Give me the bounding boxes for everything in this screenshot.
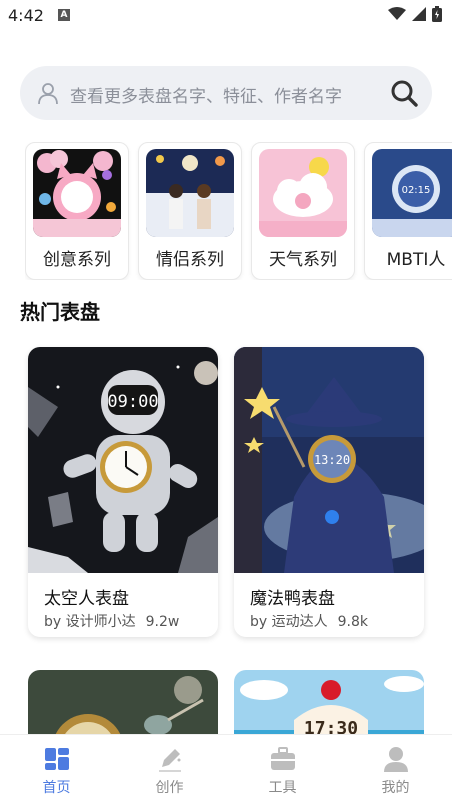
tab-create[interactable]: 创作 — [113, 735, 226, 804]
dial-card-magic-duck[interactable]: 13:20 魔法鸭表盘 by 运动达人 9.8k — [234, 347, 424, 637]
category-card-mbti[interactable]: 02:15 MBTI人 — [364, 142, 452, 280]
category-thumbnail — [33, 149, 121, 237]
bottom-tab-bar: 首页 创作 工具 我的 — [0, 734, 452, 804]
svg-text:02:15: 02:15 — [402, 185, 431, 196]
tab-label: 工具 — [268, 780, 297, 796]
category-label: 天气系列 — [269, 250, 337, 270]
grid-icon — [45, 748, 69, 770]
search-bar[interactable]: 查看更多表盘名字、特征、作者名字 — [20, 66, 432, 120]
status-bar: 4:42 A — [0, 0, 452, 32]
category-card-couple[interactable]: 情侣系列 — [138, 142, 242, 280]
dial-author: by 设计师小达 — [44, 614, 136, 630]
tab-label: 我的 — [381, 780, 410, 796]
category-thumbnail — [259, 149, 347, 237]
tab-tools[interactable]: 工具 — [226, 735, 339, 804]
status-icons — [388, 6, 442, 22]
dial-clock-text: 09:00 — [107, 392, 158, 412]
tab-label: 首页 — [42, 780, 71, 796]
category-label: MBTI人 — [386, 250, 446, 270]
dial-name: 魔法鸭表盘 — [250, 589, 335, 609]
dial-views: 9.2w — [145, 614, 180, 630]
category-carousel[interactable]: 创意系列 情侣系列 天气系列 02:15 MBTI人 — [25, 142, 452, 280]
pen-icon — [159, 749, 181, 772]
signal-icon — [412, 7, 426, 21]
dial-meta: by 设计师小达 9.2w — [44, 611, 179, 631]
wifi-icon — [388, 7, 406, 20]
dial-image: 09:00 — [28, 347, 218, 573]
dial-card-astronaut[interactable]: 09:00 太空人表盘 by 设计师小达 9.2w — [28, 347, 218, 637]
category-card-weather[interactable]: 天气系列 — [251, 142, 355, 280]
category-label: 创意系列 — [43, 250, 111, 270]
battery-icon — [432, 6, 442, 22]
category-card-creative[interactable]: 创意系列 — [25, 142, 129, 280]
dial-views: 9.8k — [337, 614, 368, 630]
search-input[interactable]: 查看更多表盘名字、特征、作者名字 — [70, 82, 342, 107]
dial-clock-text: 13:20 — [314, 453, 350, 467]
section-title: 热门表盘 — [20, 300, 100, 324]
dial-meta: by 运动达人 9.8k — [250, 611, 368, 631]
status-time: 4:42 — [8, 6, 44, 25]
person-icon — [384, 747, 408, 772]
category-thumbnail — [146, 149, 234, 237]
tab-label: 创作 — [155, 780, 184, 796]
category-label: 情侣系列 — [156, 250, 224, 270]
category-thumbnail: 02:15 — [372, 149, 452, 237]
search-icon[interactable] — [390, 79, 418, 107]
toolbox-icon — [271, 747, 295, 770]
notification-icon: A — [58, 9, 70, 21]
tab-home[interactable]: 首页 — [0, 735, 113, 804]
dial-image: 13:20 — [234, 347, 424, 573]
tab-profile[interactable]: 我的 — [339, 735, 452, 804]
dial-author: by 运动达人 — [250, 614, 328, 630]
user-icon — [38, 83, 58, 105]
dial-name: 太空人表盘 — [44, 589, 129, 609]
